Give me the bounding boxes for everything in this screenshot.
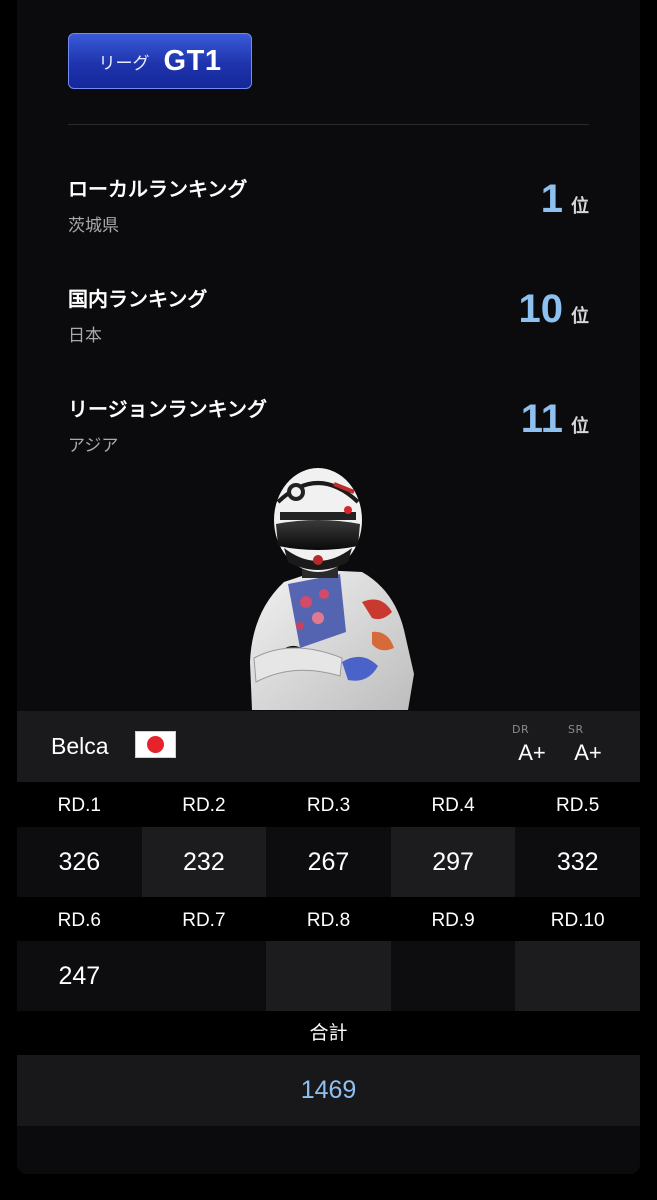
round-headers-row-2: RD.6 RD.7 RD.8 RD.9 RD.10 bbox=[17, 897, 640, 942]
round-score bbox=[390, 941, 516, 1011]
ranking-value: 10 位 bbox=[519, 287, 590, 332]
driver-info-bar: Belca DR A+ SR A+ bbox=[17, 711, 640, 782]
round-header: RD.1 bbox=[17, 782, 142, 827]
national-ranking-row: 国内ランキング 日本 10 位 bbox=[68, 283, 589, 353]
local-ranking-row: ローカルランキング 茨城県 1 位 bbox=[68, 173, 589, 243]
round-header: RD.5 bbox=[515, 782, 640, 827]
round-score: 297 bbox=[390, 827, 516, 897]
total-label: 合計 bbox=[17, 1011, 640, 1055]
ranking-unit: 位 bbox=[571, 416, 589, 437]
divider bbox=[68, 124, 589, 125]
ranking-region: アジア bbox=[68, 436, 119, 456]
ranking-value: 1 位 bbox=[541, 177, 589, 222]
round-score: 267 bbox=[266, 827, 391, 897]
ranking-title: 国内ランキング bbox=[68, 287, 208, 311]
round-header: RD.9 bbox=[390, 897, 516, 942]
driver-avatar bbox=[250, 468, 414, 710]
league-prefix: リーグ bbox=[98, 53, 150, 74]
round-score bbox=[515, 941, 640, 1011]
dr-label: DR bbox=[512, 723, 530, 736]
ranking-number: 10 bbox=[518, 287, 564, 331]
round-header: RD.7 bbox=[141, 897, 267, 942]
ranking-value: 11 位 bbox=[521, 397, 589, 442]
dr-value: A+ bbox=[518, 740, 546, 765]
driver-rating: DR A+ bbox=[510, 723, 554, 766]
ranking-unit: 位 bbox=[571, 196, 589, 217]
round-header: RD.6 bbox=[17, 897, 142, 942]
ranking-region: 日本 bbox=[68, 326, 102, 346]
round-score bbox=[266, 941, 391, 1011]
japan-flag-icon bbox=[135, 731, 176, 758]
league-results-card: リーグ GT1 ローカルランキング 茨城県 1 位 国内ランキング 日本 10 … bbox=[17, 0, 640, 1174]
ranking-number: 1 bbox=[540, 177, 563, 221]
sportsmanship-rating: SR A+ bbox=[566, 723, 610, 766]
round-headers-row-1: RD.1 RD.2 RD.3 RD.4 RD.5 bbox=[17, 782, 640, 827]
round-score: 247 bbox=[17, 941, 142, 1011]
ranking-region: 茨城県 bbox=[68, 216, 119, 236]
round-scores-row-2: 247 bbox=[17, 941, 640, 1011]
round-header: RD.3 bbox=[266, 782, 391, 827]
sr-value: A+ bbox=[574, 740, 602, 765]
ranking-title: ローカルランキング bbox=[68, 177, 248, 201]
league-badge[interactable]: リーグ GT1 bbox=[68, 33, 252, 89]
round-score bbox=[141, 941, 267, 1011]
ranking-number: 11 bbox=[520, 397, 563, 441]
round-score: 332 bbox=[515, 827, 640, 897]
sr-label: SR bbox=[568, 723, 584, 736]
round-header: RD.2 bbox=[141, 782, 267, 827]
ranking-unit: 位 bbox=[571, 306, 589, 327]
regional-ranking-row: リージョンランキング アジア 11 位 bbox=[68, 393, 589, 463]
league-name: GT1 bbox=[163, 44, 222, 77]
total-value: 1469 bbox=[17, 1055, 640, 1126]
round-header: RD.4 bbox=[390, 782, 516, 827]
round-score: 326 bbox=[17, 827, 142, 897]
round-score: 232 bbox=[141, 827, 267, 897]
driver-name: Belca bbox=[51, 733, 109, 759]
round-scores-row-1: 326 232 267 297 332 bbox=[17, 827, 640, 897]
ranking-title: リージョンランキング bbox=[68, 397, 267, 421]
round-header: RD.10 bbox=[515, 897, 640, 942]
round-header: RD.8 bbox=[266, 897, 391, 942]
